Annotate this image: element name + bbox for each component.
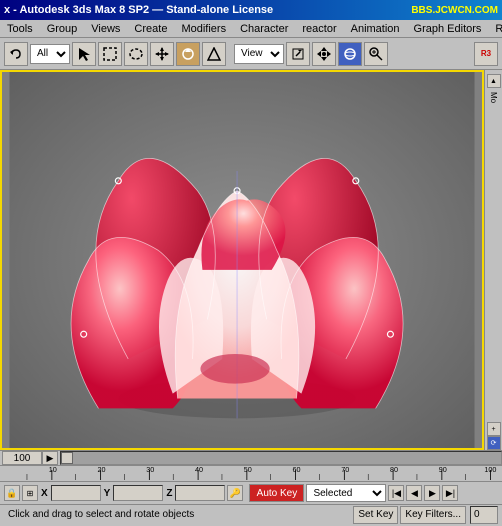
pan-button[interactable] bbox=[312, 42, 336, 66]
zoom-button[interactable] bbox=[364, 42, 388, 66]
timeline-expand-button[interactable]: ▶ bbox=[42, 451, 58, 465]
render-button[interactable]: R3 bbox=[474, 42, 498, 66]
svg-text:70: 70 bbox=[341, 466, 349, 474]
y-label: Y bbox=[104, 488, 111, 499]
status-row1: 🔒 ⊞ X Y Z 🔑 Auto Key Selected |◀ ◀ ▶ ▶| bbox=[0, 482, 502, 504]
zoom-extents-button[interactable] bbox=[286, 42, 310, 66]
selection-dropdown[interactable]: All bbox=[30, 44, 70, 64]
lock-button[interactable]: 🔒 bbox=[4, 485, 20, 501]
title-text: x - Autodesk 3ds Max 8 SP2 — Stand-alone… bbox=[4, 4, 273, 16]
title-bar: x - Autodesk 3ds Max 8 SP2 — Stand-alone… bbox=[0, 0, 502, 20]
first-frame-button[interactable]: |◀ bbox=[388, 485, 404, 501]
svg-text:40: 40 bbox=[195, 466, 203, 474]
set-key-button[interactable]: Set Key bbox=[353, 506, 398, 524]
right-panel-btn1[interactable]: ▲ bbox=[487, 74, 501, 88]
svg-text:60: 60 bbox=[292, 466, 300, 474]
menu-animation[interactable]: Animation bbox=[348, 22, 403, 36]
rp-bottom: + ⟳ bbox=[487, 422, 501, 450]
y-input[interactable] bbox=[113, 485, 163, 501]
x-input[interactable] bbox=[51, 485, 101, 501]
menu-character[interactable]: Character bbox=[237, 22, 291, 36]
frame-number[interactable]: 100 bbox=[2, 451, 42, 465]
menu-group[interactable]: Group bbox=[44, 22, 81, 36]
menu-reactor[interactable]: reactor bbox=[299, 22, 339, 36]
toolbar: All View R3 bbox=[0, 38, 502, 70]
bbs-label: BBS.JCWCN.COM bbox=[411, 5, 498, 16]
key-filters-button[interactable]: Key Filters... bbox=[400, 506, 466, 524]
svg-text:80: 80 bbox=[390, 466, 398, 474]
menu-graph-editors[interactable]: Graph Editors bbox=[411, 22, 485, 36]
status-message: Click and drag to select and rotate obje… bbox=[4, 509, 351, 520]
right-panel-zoom[interactable]: + bbox=[487, 422, 501, 436]
menu-create[interactable]: Create bbox=[131, 22, 170, 36]
lasso-select-button[interactable] bbox=[124, 42, 148, 66]
selected-dropdown[interactable]: Selected bbox=[306, 484, 386, 502]
rect-select-button[interactable] bbox=[98, 42, 122, 66]
right-toolbar: R3 bbox=[474, 42, 498, 66]
svg-text:50: 50 bbox=[244, 466, 252, 474]
auto-key-button[interactable]: Auto Key bbox=[249, 484, 304, 502]
right-panel-orbit[interactable]: ⟳ bbox=[487, 436, 501, 450]
undo-button[interactable] bbox=[4, 42, 28, 66]
menu-modifiers[interactable]: Modifiers bbox=[178, 22, 229, 36]
svg-text:100: 100 bbox=[484, 466, 496, 474]
menu-tools[interactable]: Tools bbox=[4, 22, 36, 36]
orbit-button[interactable] bbox=[338, 42, 362, 66]
rotate-button[interactable] bbox=[176, 42, 200, 66]
right-panel: ▲ Mo + ⟳ bbox=[484, 70, 502, 450]
select-tool-button[interactable] bbox=[72, 42, 96, 66]
menu-views[interactable]: Views bbox=[88, 22, 123, 36]
z-label: Z bbox=[166, 488, 172, 499]
svg-text:20: 20 bbox=[97, 466, 105, 474]
ruler: 10 20 30 40 50 60 70 80 90 100 bbox=[0, 466, 502, 482]
current-frame-display: 0 bbox=[470, 506, 498, 524]
move-button[interactable] bbox=[150, 42, 174, 66]
grid-button[interactable]: ⊞ bbox=[22, 485, 38, 501]
prev-frame-button[interactable]: ◀ bbox=[406, 485, 422, 501]
svg-text:10: 10 bbox=[49, 466, 57, 474]
play-button[interactable]: ▶ bbox=[424, 485, 440, 501]
scale-button[interactable] bbox=[202, 42, 226, 66]
svg-text:30: 30 bbox=[146, 466, 154, 474]
svg-text:90: 90 bbox=[439, 466, 447, 474]
z-input[interactable] bbox=[175, 485, 225, 501]
timeline-track[interactable] bbox=[60, 451, 502, 465]
view-dropdown[interactable]: View bbox=[234, 44, 284, 64]
viewport[interactable] bbox=[0, 70, 484, 450]
separator bbox=[228, 42, 232, 66]
next-frame-button[interactable]: ▶| bbox=[442, 485, 458, 501]
x-label: X bbox=[41, 488, 48, 499]
timeline-slider[interactable] bbox=[61, 452, 73, 464]
menu-render[interactable]: Renderi... bbox=[492, 22, 502, 36]
key-icon[interactable]: 🔑 bbox=[227, 485, 243, 501]
mo-label: Mo bbox=[489, 92, 498, 103]
status-row2: Click and drag to select and rotate obje… bbox=[0, 504, 502, 524]
menu-bar: Tools Group Views Create Modifiers Chara… bbox=[0, 20, 502, 38]
main-area: ▲ Mo + ⟳ bbox=[0, 70, 502, 450]
timeline-area: 100 ▶ bbox=[0, 450, 502, 466]
status-bar: 🔒 ⊞ X Y Z 🔑 Auto Key Selected |◀ ◀ ▶ ▶| … bbox=[0, 482, 502, 526]
